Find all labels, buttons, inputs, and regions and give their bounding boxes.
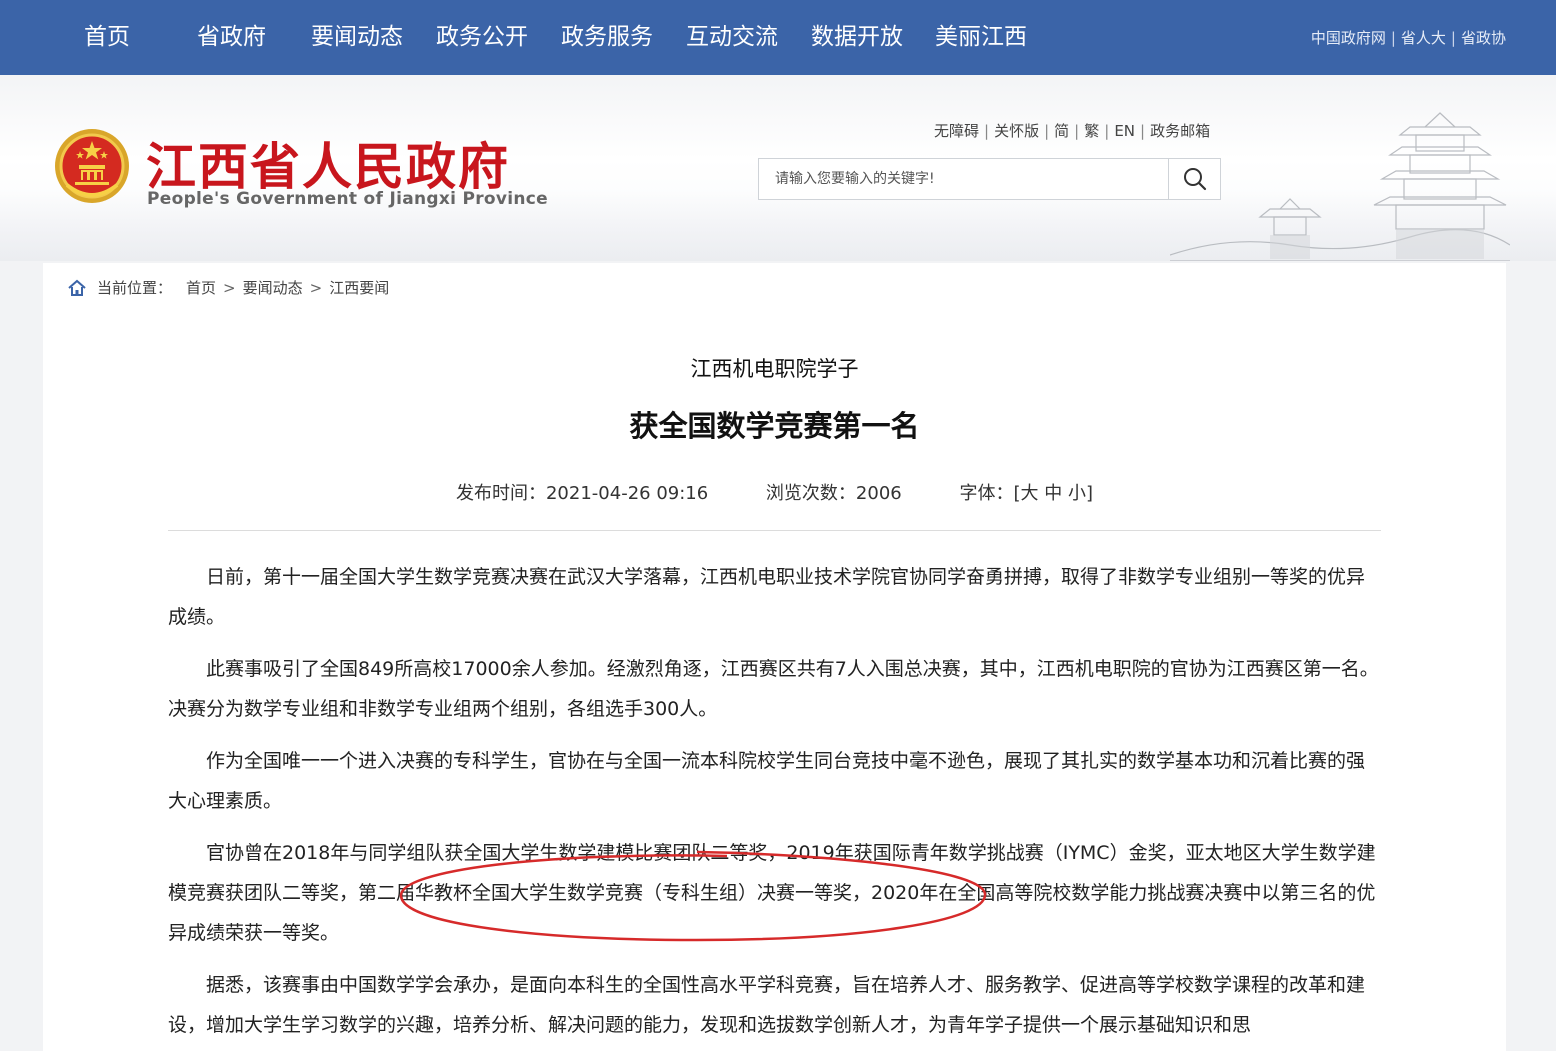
- link-provincial-cppcc[interactable]: 省政协: [1461, 27, 1506, 48]
- site-header: 江西省人民政府 People's Government of Jiangxi P…: [0, 75, 1556, 261]
- font-bracket-open: [: [1013, 483, 1021, 504]
- article-title: 获全国数学竞赛第一名: [629, 409, 920, 443]
- search-box: [758, 158, 1221, 200]
- nav-item-open-data[interactable]: 数据开放: [811, 0, 903, 75]
- article-container: 当前位置： 首页 > 要闻动态 > 江西要闻 江西机电职院学子 获全国数学竞赛第…: [43, 263, 1506, 1051]
- article-paragraph: 官协曾在2018年与同学组队获全国大学生数学建模比赛团队二等奖，2019年获国际…: [168, 842, 1376, 944]
- separator: |: [1450, 28, 1456, 47]
- separator: |: [1074, 121, 1080, 140]
- article-subtitle: 江西机电职院学子: [690, 357, 859, 381]
- breadcrumb-separator: >: [309, 278, 323, 297]
- link-provincial-congress[interactable]: 省人大: [1401, 27, 1446, 48]
- publish-time-label: 发布时间：: [455, 483, 546, 504]
- nav-item-home[interactable]: 首页: [84, 0, 130, 75]
- publish-time: 发布时间：2021-04-26 09:16: [456, 479, 708, 505]
- article-paragraph: 日前，第十一届全国大学生数学竞赛决赛在武汉大学落幕，江西机电职业技术学院官协同学…: [168, 566, 1366, 628]
- link-simplified-chinese[interactable]: 简: [1054, 120, 1069, 141]
- font-size-small[interactable]: 小: [1068, 483, 1086, 504]
- article-meta: 发布时间：2021-04-26 09:16 浏览次数：2006 字体：[大 中 …: [43, 479, 1506, 505]
- article-body: 日前，第十一届全国大学生数学竞赛决赛在武汉大学落幕，江西机电职业技术学院官协同学…: [168, 557, 1381, 1051]
- breadcrumb-item-home[interactable]: 首页: [186, 277, 216, 298]
- nav-item-government-affairs[interactable]: 政务公开: [436, 0, 528, 75]
- breadcrumb-item-jiangxi-news[interactable]: 江西要闻: [329, 277, 389, 298]
- external-links: 中国政府网 | 省人大 | 省政协: [1311, 0, 1506, 75]
- nav-item-interaction[interactable]: 互动交流: [686, 0, 778, 75]
- breadcrumb-label: 当前位置：: [97, 279, 173, 297]
- link-accessibility[interactable]: 无障碍: [934, 120, 979, 141]
- nav-item-provincial-government[interactable]: 省政府: [197, 0, 266, 75]
- nav-item-beautiful-jiangxi[interactable]: 美丽江西: [935, 0, 1027, 75]
- utility-links: 无障碍 | 关怀版 | 简 | 繁 | EN | 政务邮箱: [934, 120, 1210, 141]
- link-traditional-chinese[interactable]: 繁: [1084, 120, 1099, 141]
- view-count: 浏览次数：2006: [766, 479, 902, 505]
- link-english[interactable]: EN: [1114, 122, 1135, 140]
- separator: |: [1140, 121, 1146, 140]
- national-emblem-icon[interactable]: [53, 127, 131, 205]
- article-paragraph: 此赛事吸引了全国849所高校17000余人参加。经激烈角逐，江西赛区共有7人入围…: [168, 658, 1379, 720]
- top-navigation-bar: 首页 省政府 要闻动态 政务公开 政务服务 互动交流 数据开放 美丽江西 中国政…: [0, 0, 1556, 75]
- link-care-version[interactable]: 关怀版: [994, 120, 1039, 141]
- separator: |: [1044, 121, 1050, 140]
- separator: |: [984, 121, 990, 140]
- font-bracket-close: ]: [1085, 483, 1093, 504]
- font-size-large[interactable]: 大: [1021, 483, 1039, 504]
- breadcrumb: 当前位置： 首页 > 要闻动态 > 江西要闻: [67, 277, 389, 298]
- article-paragraph: 据悉，该赛事由中国数学学会承办，是面向本科生的全国性高水平学科竞赛，旨在培养人才…: [168, 974, 1366, 1036]
- home-icon: [68, 279, 86, 296]
- breadcrumb-item-news[interactable]: 要闻动态: [243, 277, 303, 298]
- link-gov-cn[interactable]: 中国政府网: [1311, 27, 1386, 48]
- article-paragraph: 作为全国唯一一个进入决赛的专科学生，官协在与全国一流本科院校学生同台竞技中毫不逊…: [168, 750, 1366, 812]
- font-size-control: 字体：[大 中 小]: [959, 479, 1093, 505]
- pagoda-illustration-icon: [1170, 112, 1510, 261]
- view-count-label: 浏览次数：: [765, 483, 856, 504]
- separator: |: [1104, 121, 1110, 140]
- font-size-label: 字体：: [959, 483, 1014, 504]
- nav-item-government-services[interactable]: 政务服务: [561, 0, 653, 75]
- divider: [168, 530, 1381, 531]
- font-size-medium[interactable]: 中: [1044, 483, 1062, 504]
- view-count-value: 2006: [855, 483, 902, 504]
- site-subtitle: People's Government of Jiangxi Province: [147, 189, 548, 209]
- publish-time-value: 2021-04-26 09:16: [545, 483, 709, 504]
- search-input[interactable]: [759, 159, 1168, 199]
- breadcrumb-separator: >: [223, 278, 236, 297]
- nav-item-news[interactable]: 要闻动态: [311, 0, 403, 75]
- separator: |: [1390, 28, 1396, 47]
